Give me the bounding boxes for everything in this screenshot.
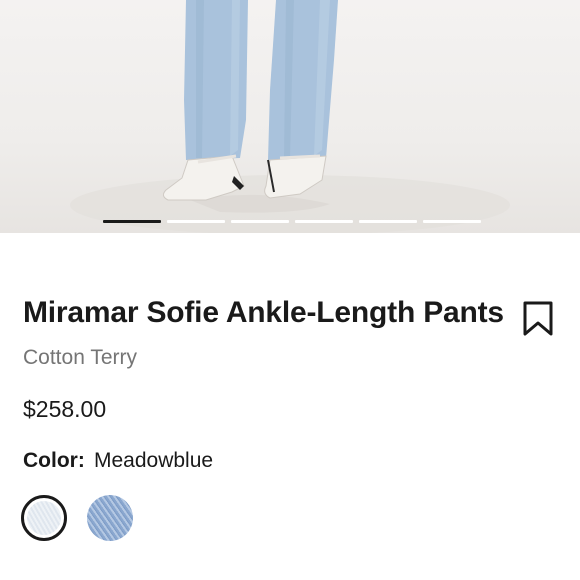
swatch-fill [27,501,61,535]
color-label: Color: [23,449,85,472]
carousel-dot[interactable] [295,220,353,223]
carousel-dot[interactable] [231,220,289,223]
color-swatch[interactable] [87,495,133,541]
carousel-dot[interactable] [423,220,481,223]
carousel-indicators [103,220,481,223]
carousel-dot[interactable] [103,220,161,223]
product-price: $258.00 [23,396,107,422]
product-image[interactable] [0,0,580,233]
bookmark-icon[interactable] [522,301,554,337]
product-title: Miramar Sofie Ankle-Length Pants [23,296,504,329]
product-photo-illustration [70,0,510,233]
carousel-dot[interactable] [167,220,225,223]
selected-color-name: Meadowblue [94,449,214,472]
carousel-dot[interactable] [359,220,417,223]
product-material: Cotton Terry [23,346,137,369]
color-swatch-selected[interactable] [21,495,67,541]
